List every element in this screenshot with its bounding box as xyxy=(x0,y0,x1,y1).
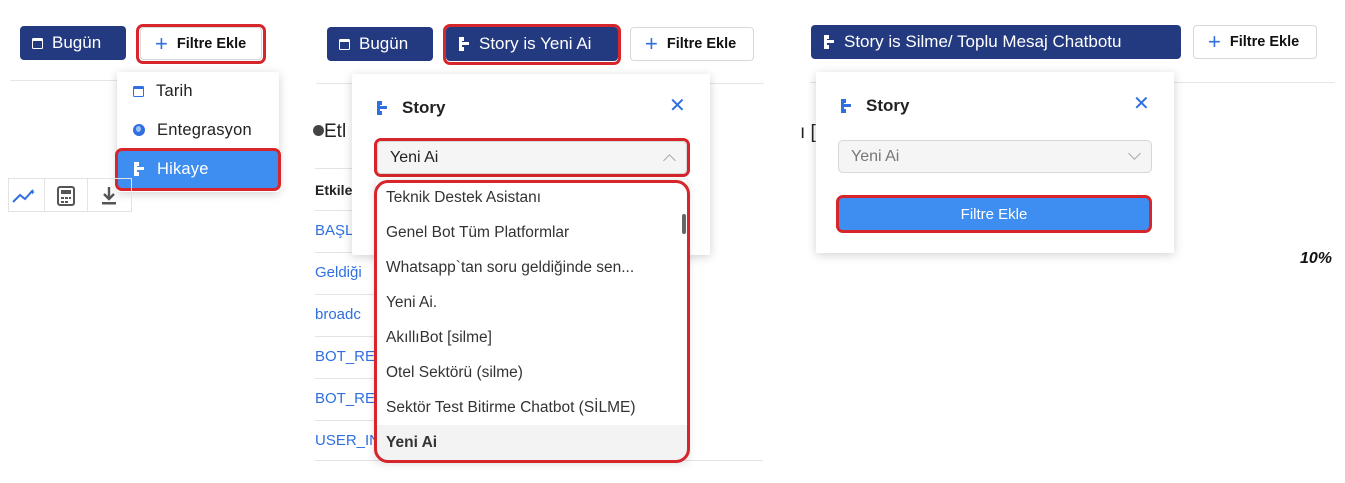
table-row-divider xyxy=(315,294,375,295)
story-option[interactable]: Whatsapp`tan soru geldiğinde sen... xyxy=(376,250,687,285)
table-row-divider xyxy=(315,336,375,337)
table-link[interactable]: BAŞL xyxy=(315,222,353,239)
story-option[interactable]: Yeni Ai. xyxy=(376,285,687,320)
chevron-up-icon xyxy=(663,154,676,167)
add-filter-button[interactable]: + Filtre Ekle xyxy=(140,27,262,60)
story-options-list: Teknik Destek Asistanı Genel Bot Tüm Pla… xyxy=(376,180,687,460)
close-icon[interactable]: ✕ xyxy=(1133,94,1150,114)
table-header-fragment: Etkile xyxy=(315,182,353,198)
story-select[interactable]: Yeni Ai xyxy=(838,140,1152,173)
svg-text:✦: ✦ xyxy=(29,188,36,197)
submit-filter-button[interactable]: Filtre Ekle xyxy=(838,198,1150,230)
story-chip-label: Story is Silme/ Toplu Mesaj Chatbotu xyxy=(844,32,1122,51)
table-row-divider xyxy=(315,420,375,421)
plus-icon: + xyxy=(1208,29,1221,54)
percent-fragment: 10% xyxy=(1300,250,1333,267)
story-filter-popup: Story ✕ Yeni Ai Filtre Ekle xyxy=(816,72,1174,253)
heading-fragment: ı [ xyxy=(800,122,816,143)
add-filter-label: Filtre Ekle xyxy=(176,35,247,52)
download-icon[interactable] xyxy=(88,178,132,212)
today-label: Bugün xyxy=(359,34,409,53)
today-button[interactable]: Bugün xyxy=(20,26,126,60)
globe-icon xyxy=(133,124,145,136)
popup-title: Story xyxy=(376,98,445,118)
select-value: Yeni Ai xyxy=(390,148,439,166)
calendar-icon xyxy=(339,38,350,50)
menu-item-label: Hikaye xyxy=(157,159,209,178)
table-link[interactable]: BOT_RE xyxy=(315,390,375,407)
chart-icon[interactable]: ✦ xyxy=(8,178,44,212)
help-icon xyxy=(313,125,324,136)
story-option[interactable]: Otel Sektörü (silme) xyxy=(376,355,687,390)
story-tree-icon xyxy=(133,162,145,176)
popup-title: Story xyxy=(840,96,909,116)
table-row-divider xyxy=(315,378,375,379)
story-filter-chip[interactable]: Story is Yeni Ai xyxy=(446,27,618,61)
table-link[interactable]: USER_IN xyxy=(315,432,380,449)
calculator-icon[interactable] xyxy=(44,178,88,212)
menu-item-label: Tarih xyxy=(156,81,193,100)
heading-fragment: Etl xyxy=(313,121,346,143)
add-filter-label: Filtre Ekle xyxy=(666,36,737,52)
story-option[interactable]: Teknik Destek Asistanı xyxy=(376,180,687,215)
filter-type-menu: Tarih Entegrasyon Hikaye xyxy=(117,72,279,192)
story-chip-label: Story is Yeni Ai xyxy=(479,34,592,53)
today-button[interactable]: Bugün xyxy=(327,27,433,61)
table-link[interactable]: broadc xyxy=(315,306,361,323)
calendar-icon xyxy=(32,37,43,49)
today-label: Bugün xyxy=(52,33,102,52)
table-link[interactable]: BOT_RE xyxy=(315,348,375,365)
story-tree-icon xyxy=(458,37,470,51)
menu-item-entegrasyon[interactable]: Entegrasyon xyxy=(117,111,279,149)
add-filter-button[interactable]: + Filtre Ekle xyxy=(1193,25,1317,59)
story-option[interactable]: AkıllıBot [silme] xyxy=(376,320,687,355)
story-option[interactable]: Sektör Test Bitirme Chatbot (SİLME) xyxy=(376,390,687,425)
story-filter-chip[interactable]: Story is Silme/ Toplu Mesaj Chatbotu xyxy=(811,25,1181,59)
add-filter-button[interactable]: + Filtre Ekle xyxy=(630,27,754,61)
plus-icon: + xyxy=(155,30,168,56)
table-row-divider xyxy=(315,460,763,461)
table-link[interactable]: Geldiği xyxy=(315,264,362,281)
calendar-icon xyxy=(133,85,144,97)
chevron-down-icon xyxy=(1128,147,1141,160)
story-select[interactable]: Yeni Ai xyxy=(377,141,687,174)
story-tree-icon xyxy=(376,101,388,115)
menu-item-label: Entegrasyon xyxy=(157,120,252,139)
menu-item-tarih[interactable]: Tarih xyxy=(117,72,279,110)
story-option-selected[interactable]: Yeni Ai xyxy=(376,425,687,460)
story-tree-icon xyxy=(840,99,852,113)
submit-label: Filtre Ekle xyxy=(960,205,1028,223)
close-icon[interactable]: ✕ xyxy=(669,96,686,116)
story-option[interactable]: Genel Bot Tüm Platformlar xyxy=(376,215,687,250)
select-value: Yeni Ai xyxy=(851,147,900,165)
menu-item-hikaye[interactable]: Hikaye xyxy=(117,150,279,188)
story-tree-icon xyxy=(823,35,835,49)
plus-icon: + xyxy=(645,31,658,56)
scrollbar[interactable] xyxy=(682,214,686,234)
add-filter-label: Filtre Ekle xyxy=(1229,34,1300,50)
